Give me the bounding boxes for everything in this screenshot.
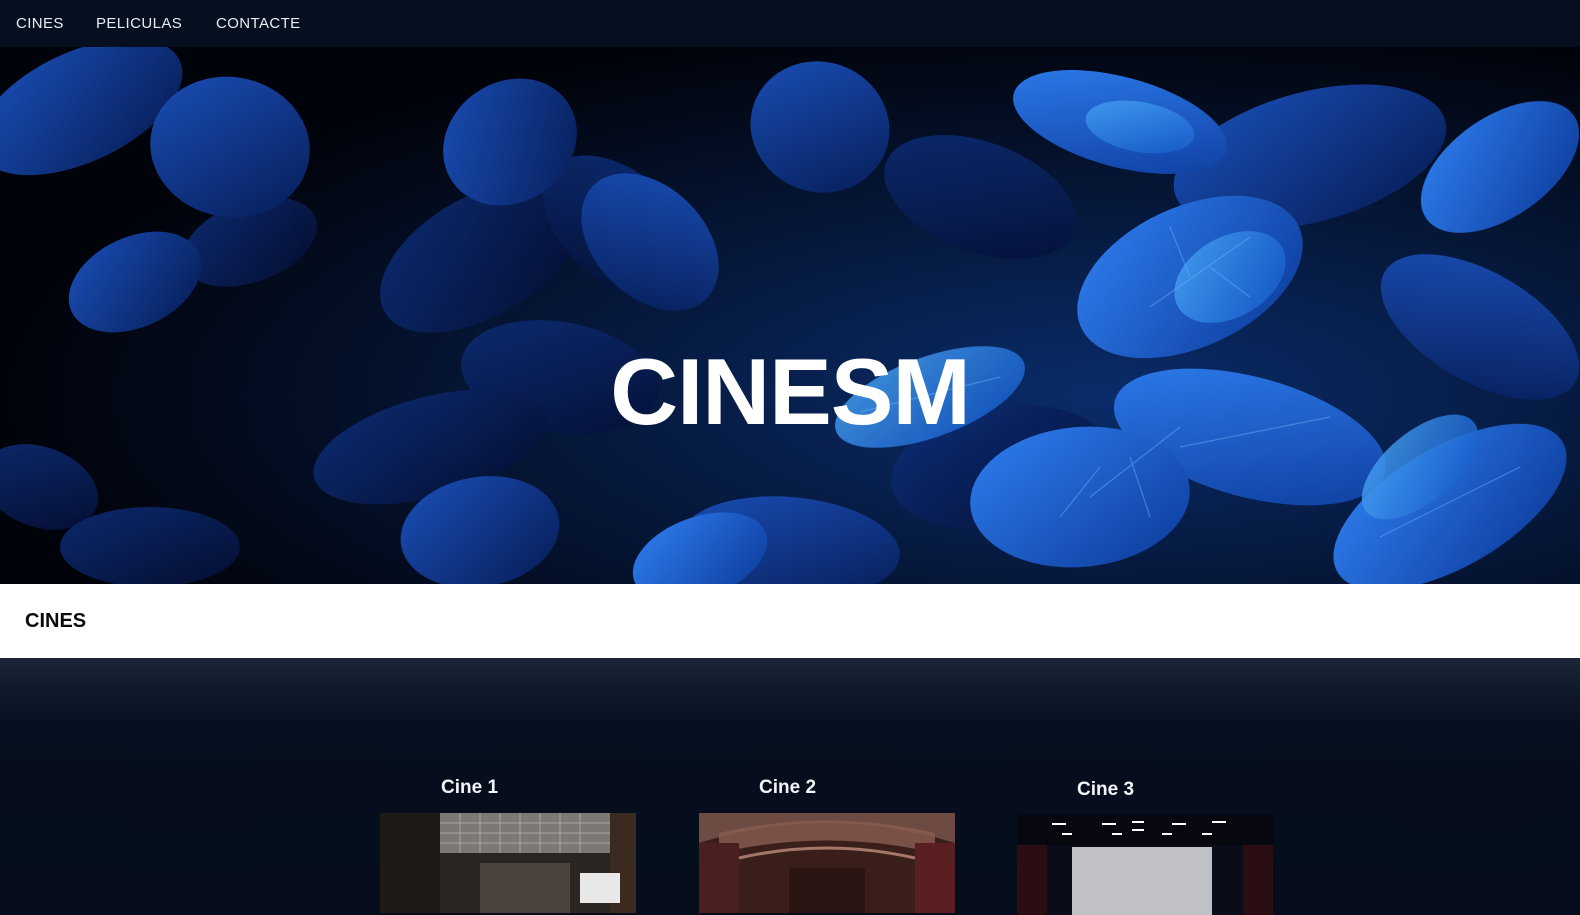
- cinema-thumbnail-image[interactable]: [699, 813, 955, 913]
- hero-title: CINESM: [610, 338, 971, 444]
- cinema-title: Cine 1: [441, 777, 499, 798]
- hero-background-leaves-image: [0, 47, 1580, 584]
- cinema-thumbnail-image[interactable]: [1017, 815, 1273, 915]
- nav-link-peliculas[interactable]: PELICULAS: [96, 15, 182, 32]
- cinema-thumbnail-image[interactable]: [380, 813, 636, 913]
- top-navigation: CINES PELICULAS CONTACTE: [0, 0, 1580, 47]
- nav-link-cines[interactable]: CINES: [16, 15, 64, 32]
- section-header-bar: CINES: [0, 584, 1580, 658]
- cinemas-list: Cine 1 Cine 2 Cine 3: [0, 658, 1580, 915]
- nav-link-contacte[interactable]: CONTACTE: [216, 15, 301, 32]
- section-title: CINES: [25, 610, 87, 632]
- cinema-title: Cine 2: [759, 777, 817, 798]
- cinema-title: Cine 3: [1077, 779, 1135, 800]
- hero-banner: CINESM: [0, 47, 1580, 584]
